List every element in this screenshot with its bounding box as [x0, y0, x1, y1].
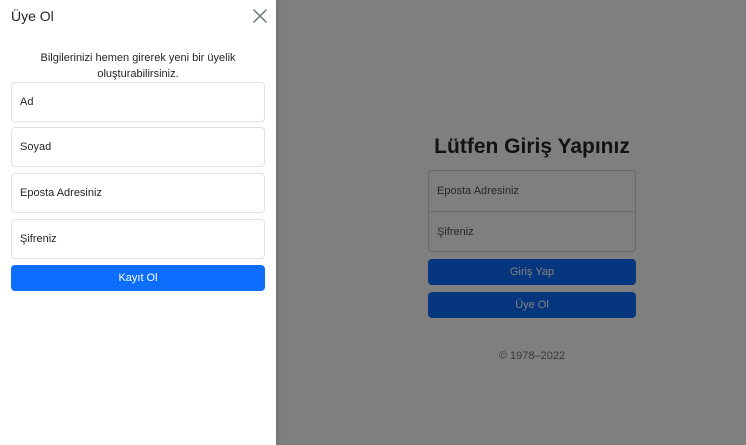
register-submit-button[interactable]: Kayıt Ol — [11, 265, 265, 291]
first-name-input[interactable] — [11, 82, 265, 122]
offcanvas-description: Bilgilerinizi hemen girerek yeni bir üye… — [40, 52, 236, 80]
last-name-input[interactable] — [11, 127, 265, 167]
register-offcanvas: Üye Ol Bilgilerinizi hemen girerek yeni … — [0, 0, 276, 445]
close-button[interactable] — [252, 8, 268, 24]
offcanvas-title: Üye Ol — [11, 8, 54, 24]
close-icon — [253, 9, 267, 23]
offcanvas-header: Üye Ol — [0, 0, 276, 36]
register-email-input[interactable] — [11, 173, 265, 213]
register-password-input[interactable] — [11, 219, 265, 259]
